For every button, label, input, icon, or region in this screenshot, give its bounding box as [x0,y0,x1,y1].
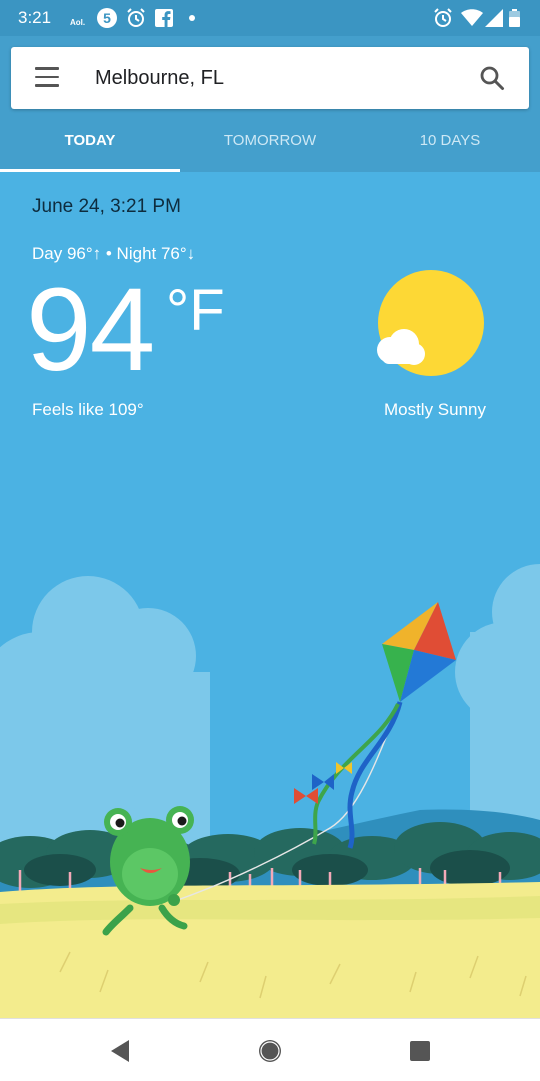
navigation-bar [0,1018,540,1081]
home-icon[interactable] [254,1035,286,1067]
kite-illustration [0,552,540,1018]
tab-bar: TODAY TOMORROW 10 DAYS [0,119,540,172]
tab-10-days-label: 10 DAYS [419,132,481,149]
search-icon[interactable] [479,65,505,91]
tab-today[interactable]: TODAY [0,119,180,172]
back-icon[interactable] [104,1035,136,1067]
date-time: June 24, 3:21 PM [32,196,181,217]
search-bar[interactable]: Melbourne, FL [11,47,529,109]
menu-icon[interactable] [35,67,59,89]
tab-tomorrow[interactable]: TOMORROW [180,119,360,172]
weather-panel: June 24, 3:21 PM Day 96°↑ • Night 76°↓ 9… [0,172,540,1018]
status-time: 3:21 [18,8,52,27]
wifi-icon [461,8,483,28]
signal-icon [485,8,503,28]
battery-icon [509,8,520,28]
aol-icon: Aol. [70,17,86,27]
condition-label: Mostly Sunny [383,400,486,419]
alarm-icon [433,8,453,28]
location-input[interactable]: Melbourne, FL [95,67,224,90]
temperature-unit: °F [166,278,225,343]
tab-10-days[interactable]: 10 DAYS [360,119,540,172]
feels-like: Feels like 109° [32,400,144,419]
dot-icon [189,8,195,28]
status-bar: 3:21 Aol. 5 [0,0,540,36]
alarm-icon [126,8,146,28]
tab-tomorrow-label: TOMORROW [223,132,317,149]
mostly-sunny-icon [372,270,490,380]
recents-icon[interactable] [404,1035,436,1067]
tab-today-label: TODAY [64,132,116,149]
badge-5-icon: 5 [97,8,117,28]
app-header: Melbourne, FL TODAY TOMORROW 10 DAYS [0,36,540,172]
facebook-icon [155,8,173,28]
current-temperature: 94 [26,264,155,396]
